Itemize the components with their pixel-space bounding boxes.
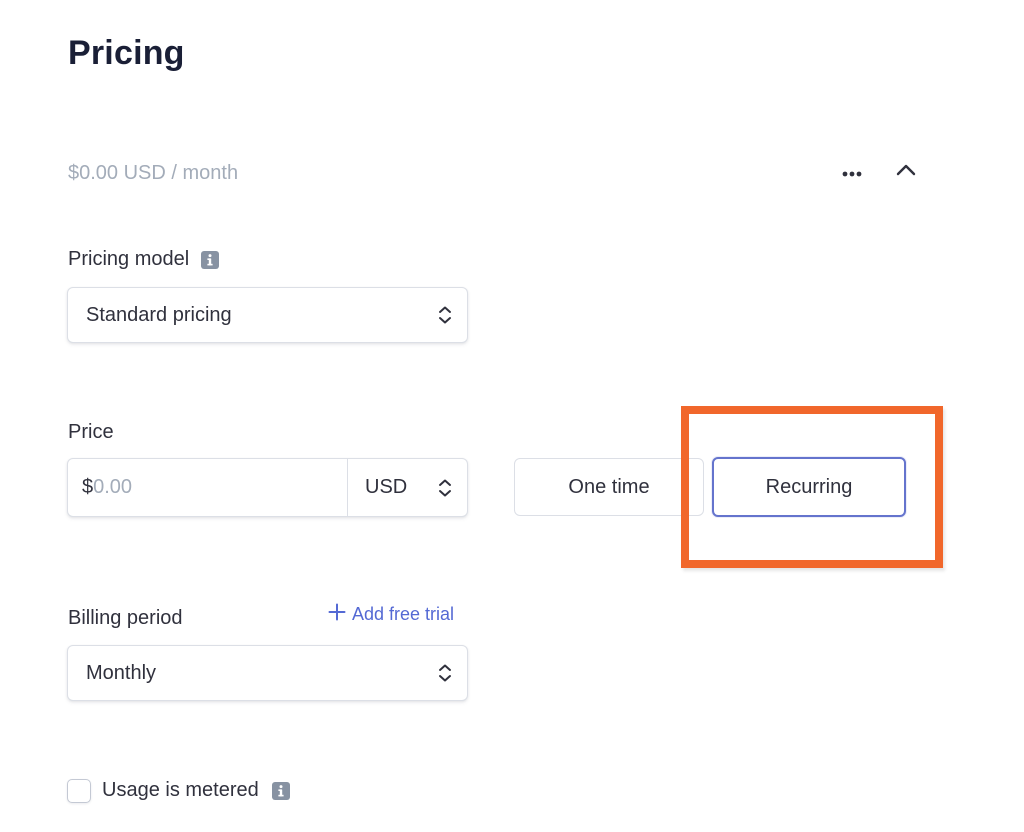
plus-icon — [328, 603, 346, 626]
amount-wrapper: $ — [68, 459, 359, 516]
chevron-updown-icon — [437, 663, 453, 683]
usage-metered-label: Usage is metered — [102, 779, 259, 801]
price-amount-input[interactable] — [93, 476, 359, 499]
billing-period-select[interactable]: Monthly — [67, 645, 468, 701]
currency-symbol: $ — [82, 476, 94, 498]
chevron-updown-icon — [437, 478, 453, 498]
currency-select[interactable]: USD — [348, 459, 467, 516]
pricing-model-select[interactable]: Standard pricing — [67, 287, 468, 343]
currency-value: USD — [365, 476, 408, 498]
one-time-button[interactable]: One time — [514, 458, 704, 516]
billing-period-value: Monthly — [86, 661, 157, 684]
collapse-button[interactable] — [892, 158, 920, 186]
billing-period-label: Billing period — [68, 607, 183, 629]
chevron-up-icon — [896, 163, 916, 181]
info-icon[interactable] — [271, 781, 290, 800]
pricing-model-label-row: Pricing model — [68, 248, 220, 271]
pricing-model-label: Pricing model — [68, 248, 190, 270]
info-icon[interactable] — [201, 250, 220, 269]
price-label: Price — [68, 421, 114, 443]
usage-metered-checkbox[interactable] — [67, 779, 91, 803]
add-free-trial-label: Add free trial — [352, 604, 455, 624]
chevron-updown-icon — [437, 305, 453, 325]
page-title: Pricing — [68, 34, 185, 72]
usage-metered-row: Usage is metered — [102, 779, 290, 802]
recurring-button[interactable]: Recurring — [712, 457, 906, 517]
more-options-button[interactable] — [836, 160, 868, 186]
price-input-group: $ USD — [67, 458, 468, 517]
more-horizontal-icon — [842, 164, 862, 182]
pricing-model-value: Standard pricing — [86, 303, 232, 326]
add-free-trial-link[interactable]: Add free trial — [328, 603, 454, 626]
price-summary: $0.00 USD / month — [68, 162, 239, 184]
